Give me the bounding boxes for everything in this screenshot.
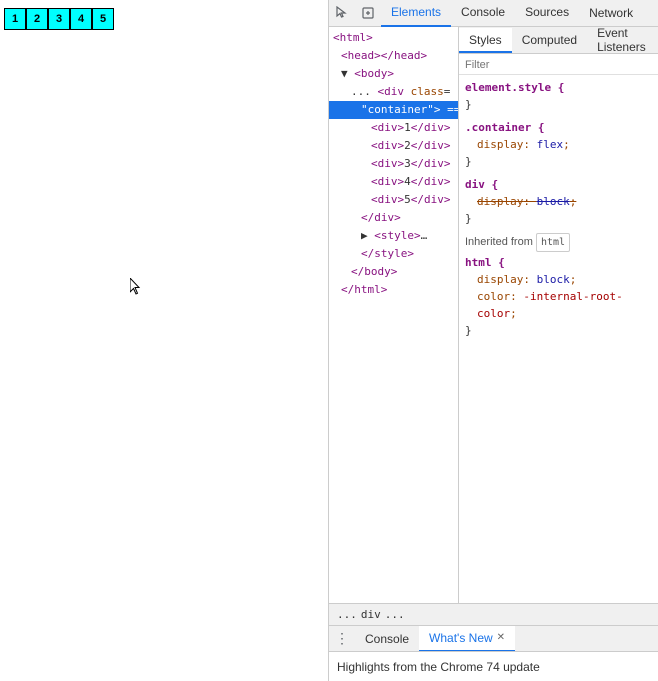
flex-box-5: 5 bbox=[92, 8, 114, 30]
dom-line: </html> bbox=[329, 281, 458, 299]
css-close: } bbox=[465, 322, 652, 339]
flex-box-1: 1 bbox=[4, 8, 26, 30]
breadcrumb-dots-left: ... bbox=[337, 608, 357, 621]
dom-line: <div>2</div> bbox=[329, 137, 458, 155]
css-selector: element.style { bbox=[465, 79, 652, 96]
styles-tabs: Styles Computed Event Listeners bbox=[459, 27, 658, 54]
highlights-text: Highlights from the Chrome 74 update bbox=[337, 660, 540, 674]
css-rule-html-inherited: html { display: block; color: -internal-… bbox=[465, 254, 652, 339]
css-rule-div: div { display: block; } bbox=[465, 176, 652, 227]
css-rule-element-style: element.style { } bbox=[465, 79, 652, 113]
inspect-icon[interactable] bbox=[355, 0, 381, 27]
dom-line: <head></head> bbox=[329, 47, 458, 65]
css-rule-container: .container { display: flex; } bbox=[465, 119, 652, 170]
css-close: } bbox=[465, 153, 652, 170]
dom-line: <div>5</div> bbox=[329, 191, 458, 209]
filter-input[interactable] bbox=[465, 59, 652, 71]
styles-tab-styles[interactable]: Styles bbox=[459, 28, 512, 53]
devtools-panel: Elements Console Sources Network <html> … bbox=[328, 0, 658, 681]
css-selector: html { bbox=[465, 254, 652, 271]
breadcrumb-div[interactable]: div bbox=[361, 608, 381, 621]
dom-line: <div>1</div> bbox=[329, 119, 458, 137]
inherited-badge: html bbox=[536, 233, 570, 252]
dom-panel: <html> <head></head> ▼ <body> ... <div c… bbox=[329, 27, 459, 603]
tab-whats-new[interactable]: What's New ✕ bbox=[419, 626, 515, 652]
tab-elements[interactable]: Elements bbox=[381, 0, 451, 27]
flex-box-3: 3 bbox=[48, 8, 70, 30]
breadcrumb-dots-right: ... bbox=[385, 608, 405, 621]
browser-preview: 1 2 3 4 5 bbox=[0, 0, 330, 610]
breadcrumb: ... div ... bbox=[329, 603, 658, 625]
dom-line: <html> bbox=[329, 29, 458, 47]
dom-line: ▶ <style>… bbox=[329, 227, 458, 245]
tab-sources[interactable]: Sources bbox=[515, 0, 579, 27]
css-close: } bbox=[465, 96, 652, 113]
dom-line: ... <div class= bbox=[329, 83, 458, 101]
css-property-display-flex: display: flex; bbox=[465, 136, 652, 153]
tab-console-bottom[interactable]: Console bbox=[355, 626, 419, 652]
bottom-tabs-bar: ⋮ Console What's New ✕ bbox=[329, 625, 658, 651]
dom-line: </body> bbox=[329, 263, 458, 281]
inherited-label: Inherited from html bbox=[465, 233, 652, 252]
highlights-bar: Highlights from the Chrome 74 update bbox=[329, 651, 658, 681]
dom-line: </style> bbox=[329, 245, 458, 263]
tab-console[interactable]: Console bbox=[451, 0, 515, 27]
mouse-cursor bbox=[130, 278, 142, 296]
close-whats-new-icon[interactable]: ✕ bbox=[497, 632, 505, 643]
dom-line: <div>4</div> bbox=[329, 173, 458, 191]
devtools-toolbar: Elements Console Sources Network bbox=[329, 0, 658, 27]
dom-line: ▼ <body> bbox=[329, 65, 458, 83]
css-selector: div { bbox=[465, 176, 652, 193]
css-rules: element.style { } .container { display: … bbox=[459, 75, 658, 603]
tab-network[interactable]: Network bbox=[579, 0, 643, 27]
styles-panel: Styles Computed Event Listeners element. bbox=[459, 27, 658, 603]
css-property-color-inherited: color: -internal-root-color; bbox=[465, 288, 652, 322]
inherited-section: Inherited from html html { display: bloc… bbox=[465, 233, 652, 339]
css-property-display-block: display: block; bbox=[465, 193, 652, 210]
three-dots-icon[interactable]: ⋮ bbox=[329, 626, 355, 652]
dom-line: <div>3</div> bbox=[329, 155, 458, 173]
devtools-content: <html> <head></head> ▼ <body> ... <div c… bbox=[329, 27, 658, 603]
css-close: } bbox=[465, 210, 652, 227]
filter-bar bbox=[459, 54, 658, 75]
css-property-display-block-inherited: display: block; bbox=[465, 271, 652, 288]
flex-container: 1 2 3 4 5 bbox=[4, 8, 326, 30]
cursor-icon[interactable] bbox=[329, 0, 355, 27]
styles-tab-event-listeners[interactable]: Event Listeners bbox=[587, 28, 658, 53]
flex-box-2: 2 bbox=[26, 8, 48, 30]
styles-tab-computed[interactable]: Computed bbox=[512, 28, 587, 53]
css-selector: .container { bbox=[465, 119, 652, 136]
dom-line-selected[interactable]: "container"> == $ bbox=[329, 101, 458, 119]
dom-line: </div> bbox=[329, 209, 458, 227]
flex-box-4: 4 bbox=[70, 8, 92, 30]
